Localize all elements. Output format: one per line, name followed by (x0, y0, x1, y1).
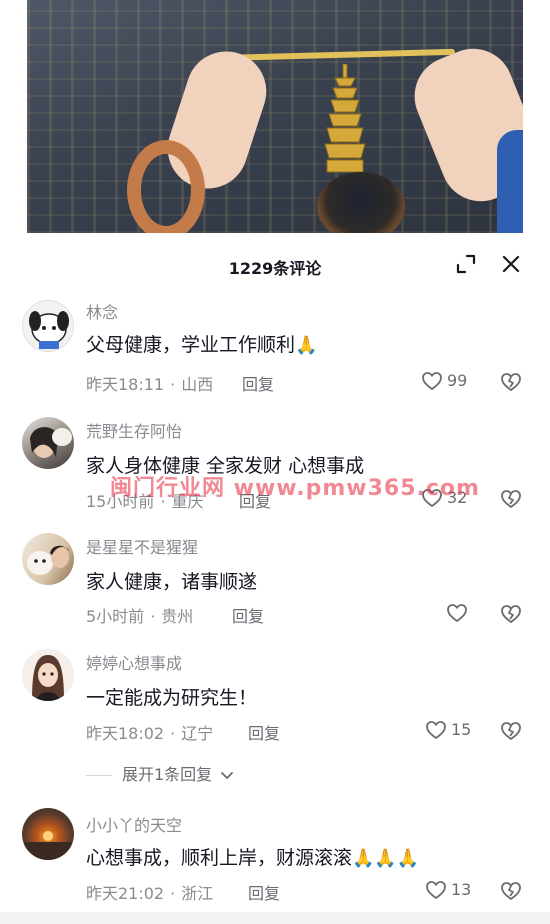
comment-location: 贵州 (161, 607, 194, 626)
heart-icon (447, 604, 467, 622)
meta-separator: · (150, 607, 156, 626)
comment-text: 家人身体健康 全家发财 心想事成 (86, 455, 365, 477)
comment-text-body: 心想事成，顺利上岸，财源滚滚 (86, 847, 353, 869)
broken-heart-icon[interactable] (500, 603, 522, 625)
comment-location: 辽宁 (181, 724, 214, 743)
comment-time: 昨天18:11 (86, 375, 165, 394)
expand-replies-label: 展开1条回复 (122, 765, 213, 784)
video-pagoda (324, 64, 366, 173)
close-icon[interactable] (500, 253, 522, 275)
comment-meta: 昨天18:11 · 山西 (86, 371, 213, 395)
comment-location: 浙江 (181, 884, 214, 903)
broken-heart-icon[interactable] (500, 488, 522, 510)
like-button[interactable] (446, 602, 506, 626)
meta-separator: · (170, 884, 176, 903)
bottom-input-bar[interactable] (0, 912, 550, 924)
comment-time: 昨天21:02 (86, 884, 165, 903)
comment-username[interactable]: 是星星不是猩猩 (86, 534, 198, 558)
reply-button[interactable]: 回复 (248, 880, 280, 904)
video-bangle (127, 140, 205, 240)
pray-emoji-icon: 🙏 (295, 335, 318, 356)
video-sleeve (497, 130, 523, 250)
comment-meta: 昨天21:02 · 浙江 (86, 880, 213, 904)
broken-heart-icon[interactable] (500, 880, 522, 902)
avatar-image (29, 311, 69, 349)
video-tea-bowl (317, 172, 405, 242)
reply-button[interactable]: 回复 (239, 488, 271, 512)
broken-heart-icon[interactable] (500, 371, 522, 393)
comment-text-body: 父母健康，学业工作顺利 (86, 334, 296, 356)
meta-separator: · (170, 724, 176, 743)
comment-username[interactable]: 小小丫的天空 (86, 812, 182, 836)
comment-time: 昨天18:02 (86, 724, 165, 743)
avatar[interactable] (22, 649, 74, 701)
like-button[interactable]: 32 (421, 487, 481, 511)
avatar[interactable] (22, 533, 74, 585)
avatar[interactable] (22, 417, 74, 469)
expand-replies-divider (86, 775, 112, 776)
comment-location: 重庆 (171, 492, 204, 511)
chevron-down-icon (221, 771, 234, 779)
avatar[interactable] (22, 300, 74, 352)
meta-separator: · (170, 375, 176, 394)
like-button[interactable]: 99 (421, 370, 481, 394)
comment-time: 5小时前 (86, 607, 145, 626)
broken-heart-icon[interactable] (500, 720, 522, 742)
comment-meta: 15小时前 · 重庆 (86, 488, 203, 512)
reply-button[interactable]: 回复 (248, 720, 280, 744)
like-count: 13 (451, 880, 472, 899)
like-button[interactable]: 15 (425, 719, 485, 743)
heart-icon (422, 489, 442, 507)
heart-icon (426, 721, 446, 739)
avatar-image (30, 427, 72, 458)
comment-location: 山西 (181, 375, 214, 394)
reply-button[interactable]: 回复 (242, 371, 274, 395)
video-preview[interactable] (0, 0, 550, 250)
meta-separator: · (160, 492, 166, 511)
avatar-image (32, 655, 64, 701)
comment-text: 心想事成，顺利上岸，财源滚滚🙏🙏🙏 (86, 843, 419, 870)
pray-emoji-icon: 🙏🙏🙏 (352, 848, 420, 869)
comment-username[interactable]: 婷婷心想事成 (86, 650, 182, 674)
comment-meta: 昨天18:02 · 辽宁 (86, 720, 213, 744)
avatar-image (22, 831, 74, 860)
reply-button[interactable]: 回复 (232, 603, 264, 627)
heart-icon (426, 881, 446, 899)
comment-username[interactable]: 荒野生存阿怡 (86, 418, 182, 442)
avatar[interactable] (22, 808, 74, 860)
comment-sheet-header: 1229条评论 (0, 233, 550, 293)
avatar-image (27, 545, 70, 575)
comment-text: 父母健康，学业工作顺利🙏 (86, 330, 317, 357)
like-count: 99 (447, 371, 468, 390)
expand-replies-button[interactable]: 展开1条回复 (86, 761, 234, 785)
comment-meta: 5小时前 · 贵州 (86, 603, 193, 627)
comment-time: 15小时前 (86, 492, 155, 511)
video-frame[interactable] (27, 0, 523, 250)
comment-text: 一定能成为研究生！ (86, 687, 258, 709)
like-button[interactable]: 13 (425, 879, 485, 903)
comment-text: 家人健康，诸事顺遂 (86, 571, 258, 593)
like-count: 15 (451, 720, 472, 739)
heart-icon (422, 372, 442, 390)
comment-username[interactable]: 林念 (86, 299, 118, 323)
expand-icon[interactable] (455, 253, 477, 275)
like-count: 32 (447, 488, 468, 507)
